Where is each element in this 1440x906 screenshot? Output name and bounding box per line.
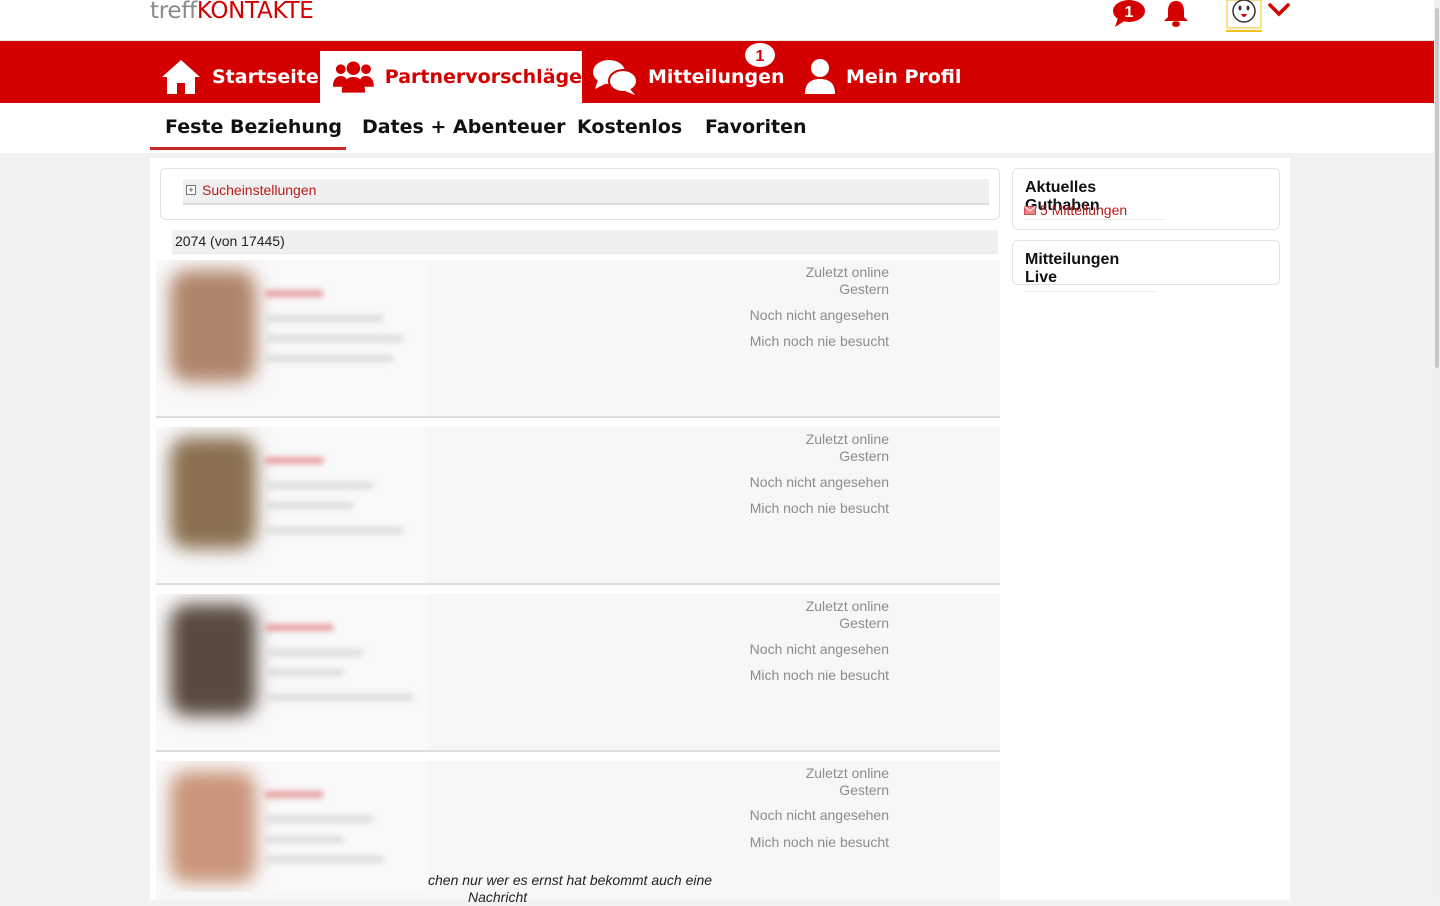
blurred-profile-preview[interactable] — [156, 594, 428, 750]
credit-box: Aktuelles Guthaben 5 Mitteilungen — [1012, 168, 1280, 230]
last-online: Zuletzt online Gestern — [805, 765, 889, 798]
profile-detail — [264, 694, 414, 701]
profile-detail — [264, 816, 374, 823]
profile-bio-snippet-line2: Nachricht — [468, 889, 528, 905]
viewed-status: Noch nicht angesehen — [749, 307, 889, 323]
profile-name[interactable] — [264, 791, 324, 798]
last-online: Zuletzt online Gestern — [805, 431, 889, 464]
nav-item-partnervorschlaege[interactable]: Partnervorschläge — [320, 51, 582, 103]
logo[interactable]: treffKONTAKTE — [150, 0, 314, 25]
tab-feste-beziehung[interactable]: Feste Beziehung — [150, 103, 346, 150]
main-nav: Startseite Partnervorschläge Mitteilunge… — [0, 41, 1440, 103]
profile-detail — [264, 527, 404, 534]
blurred-profile-preview[interactable] — [156, 260, 428, 416]
chat-badge-count: 1 — [1125, 4, 1134, 21]
bell-icon[interactable] — [1162, 0, 1190, 33]
search-settings-box: + Sucheinstellungen — [160, 168, 1000, 220]
envelope-icon — [1024, 205, 1036, 215]
profile-photo[interactable] — [170, 771, 256, 883]
profile-detail — [264, 335, 404, 342]
profile-name[interactable] — [264, 624, 334, 631]
visited-status: Mich noch nie besucht — [749, 333, 889, 349]
profile-detail — [264, 482, 374, 489]
profile-photo[interactable] — [170, 437, 256, 549]
profile-detail — [264, 836, 344, 843]
tab-kostenlos[interactable]: Kostenlos — [577, 103, 682, 153]
messages-live-box: Mitteilungen Live — [1012, 240, 1280, 292]
nav-item-label: Partnervorschläge — [384, 66, 582, 88]
viewed-status: Noch nicht angesehen — [749, 807, 889, 823]
blurred-profile-preview[interactable] — [156, 761, 428, 892]
profile-detail — [264, 669, 344, 676]
profile-photo[interactable] — [170, 270, 256, 382]
profile-detail — [264, 649, 364, 656]
profile-name[interactable] — [264, 290, 324, 297]
visited-status: Mich noch nie besucht — [749, 500, 889, 516]
search-settings-toggle[interactable]: + Sucheinstellungen — [183, 179, 989, 205]
nav-item-label: Mein Profil — [846, 66, 962, 88]
visited-status: Mich noch nie besucht — [749, 667, 889, 683]
chat-bubble-icon[interactable]: 1 — [1112, 0, 1146, 33]
last-online: Zuletzt online Gestern — [805, 264, 889, 297]
messages-badge-count: 1 — [756, 48, 765, 65]
chat-icon — [593, 60, 638, 95]
expand-plus-icon[interactable]: + — [186, 185, 196, 195]
chevron-down-icon[interactable] — [1268, 2, 1290, 23]
tab-favoriten[interactable]: Favoriten — [705, 103, 807, 153]
profile-detail — [264, 856, 384, 863]
avatar-icon[interactable] — [1226, 0, 1262, 32]
profile-photo[interactable] — [170, 604, 256, 716]
messages-live-title: Mitteilungen Live — [1025, 251, 1155, 292]
top-bar: treffKONTAKTE 1 — [0, 0, 1440, 41]
last-online: Zuletzt online Gestern — [805, 598, 889, 631]
profile-card[interactable]: Zuletzt online Gestern Noch nicht angeseh… — [156, 427, 1000, 585]
user-icon — [805, 59, 835, 94]
profile-detail — [264, 502, 354, 509]
nav-item-startseite[interactable]: Startseite — [160, 51, 319, 103]
home-icon — [162, 60, 200, 94]
sub-nav: Feste Beziehung Dates + Abenteuer Kosten… — [0, 103, 1440, 153]
nav-item-mein-profil[interactable]: Mein Profil — [804, 51, 961, 103]
nav-item-label: Startseite — [212, 66, 319, 88]
search-settings-label[interactable]: Sucheinstellungen — [202, 182, 316, 198]
profile-detail — [264, 355, 394, 362]
credit-messages-link[interactable]: 5 Mitteilungen — [1024, 202, 1127, 218]
profile-card[interactable]: Zuletzt online Gestern Noch nicht angeseh… — [156, 260, 1000, 418]
viewed-status: Noch nicht angesehen — [749, 474, 889, 490]
users-icon — [332, 61, 374, 93]
messages-badge: 1 — [744, 42, 776, 70]
profile-detail — [264, 315, 384, 322]
visited-status: Mich noch nie besucht — [749, 834, 889, 850]
viewed-status: Noch nicht angesehen — [749, 641, 889, 657]
results-count: 2074 (von 17445) — [172, 230, 998, 254]
profile-card[interactable]: Zuletzt online Gestern Noch nicht angeseh… — [156, 594, 1000, 752]
profile-bio-snippet: chen nur wer es ernst hat bekommt auch e… — [428, 872, 713, 888]
scrollbar-thumb[interactable] — [1435, 8, 1439, 368]
profile-name[interactable] — [264, 457, 324, 464]
tab-dates-abenteuer[interactable]: Dates + Abenteuer — [362, 103, 566, 153]
blurred-profile-preview[interactable] — [156, 427, 428, 583]
